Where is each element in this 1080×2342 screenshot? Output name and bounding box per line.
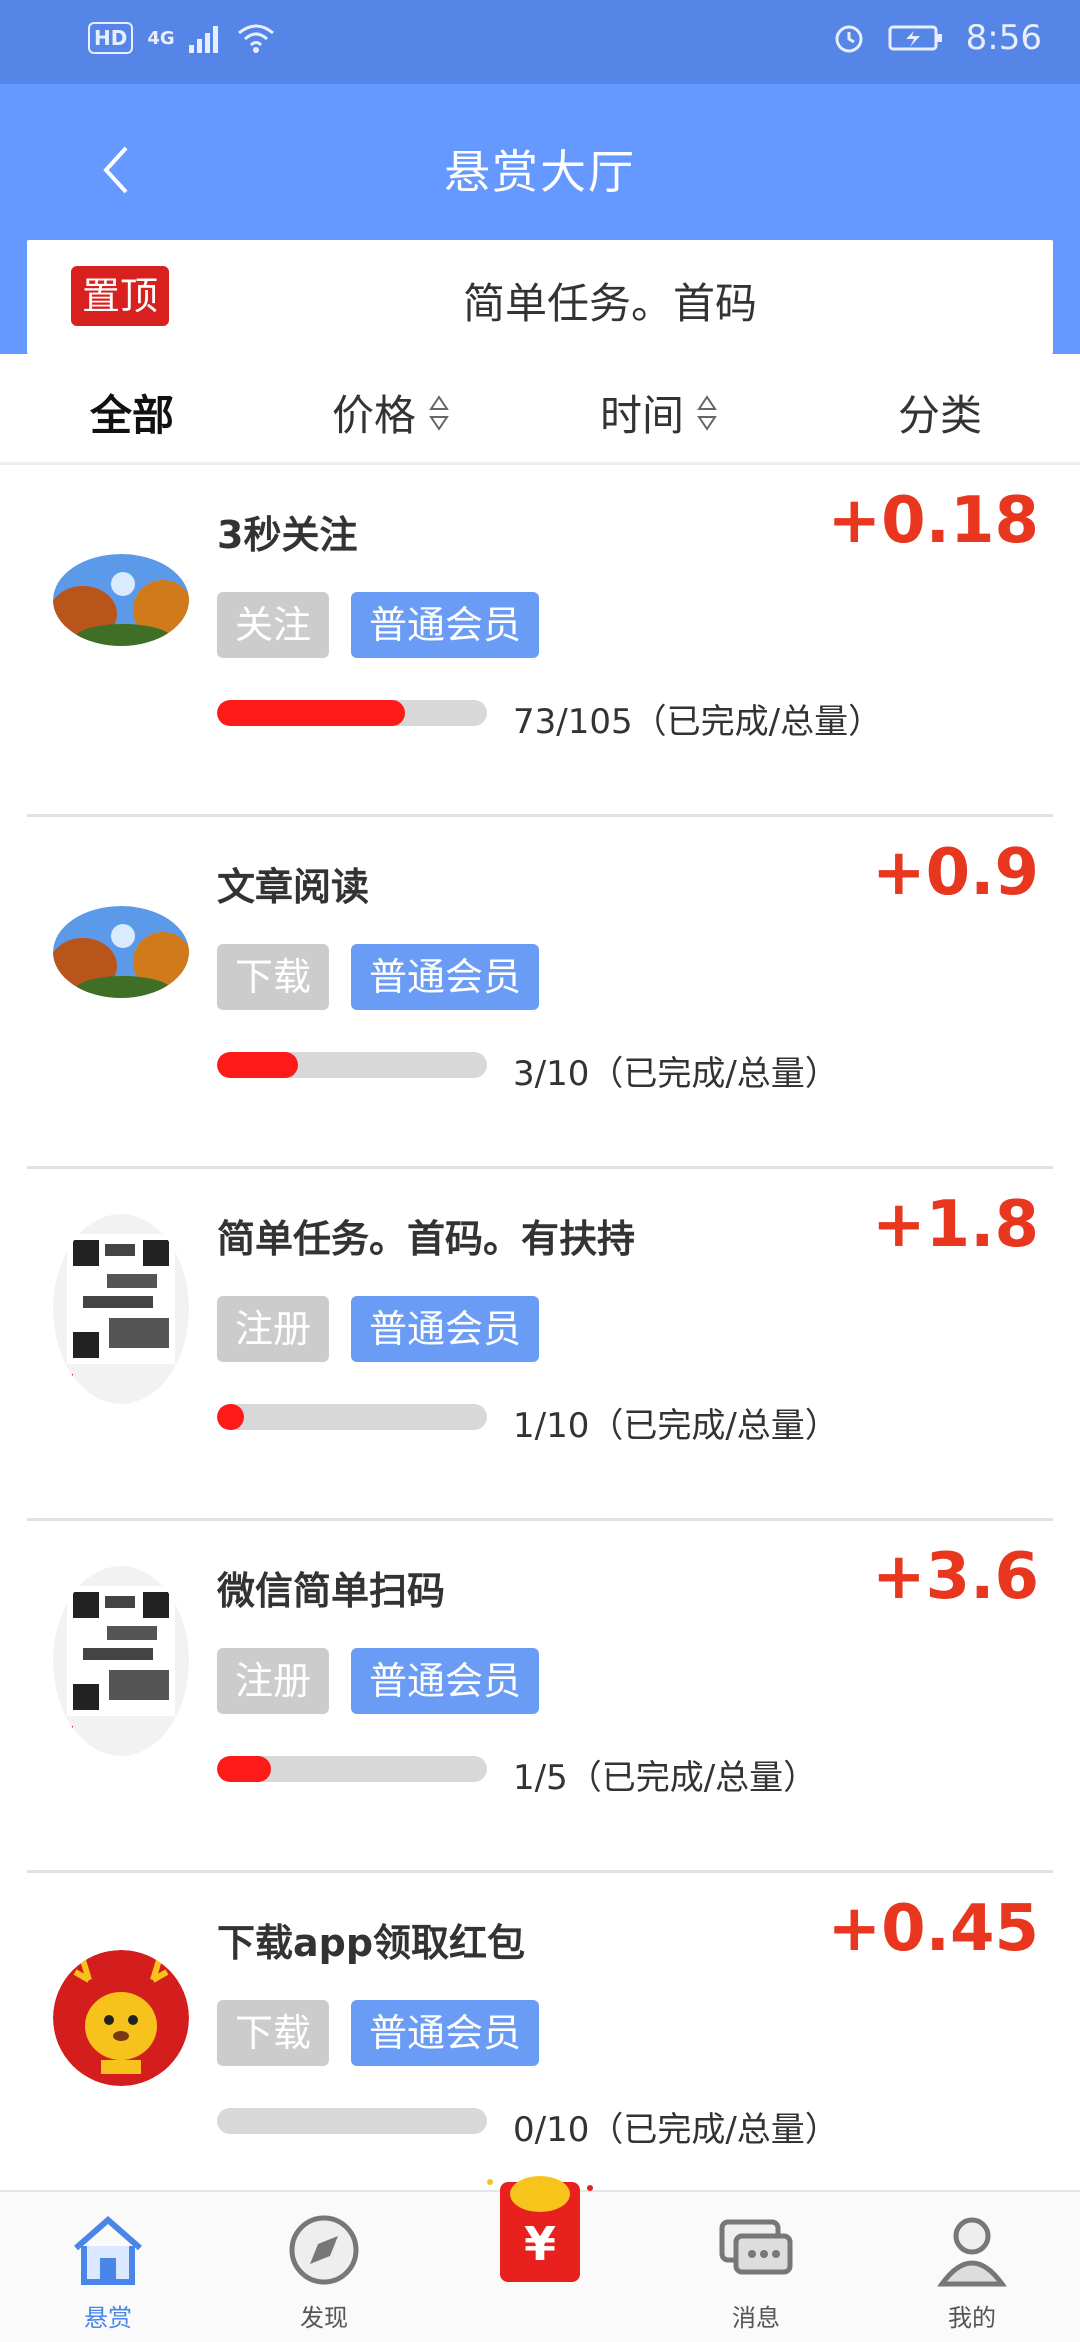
wifi-icon xyxy=(237,24,274,53)
filter-bar: 全部 价格 时间 分类 xyxy=(0,354,1080,465)
member-level-tag: 普通会员 xyxy=(351,944,540,1010)
task-title: 简单任务。首码。有扶持 xyxy=(217,1217,636,1261)
nav-label: 悬赏 xyxy=(84,2304,132,2332)
progress-text: 0/10（已完成/总量） xyxy=(513,2110,839,2150)
red-packet-button[interactable]: ¥ xyxy=(478,2168,602,2292)
alarm-icon xyxy=(835,25,863,53)
progress-fill xyxy=(217,1404,244,1430)
member-level-tag: 普通会员 xyxy=(351,1296,540,1362)
header: 悬赏大厅 置顶 简单任务。首码 xyxy=(0,84,1080,354)
task-type-tag: 下载 xyxy=(217,2000,330,2066)
task-type-tag: 关注 xyxy=(217,592,330,658)
task-type-tag: 下载 xyxy=(217,944,330,1010)
progress-bar xyxy=(217,1404,487,1430)
task-reward: +0.45 xyxy=(827,1892,1039,1966)
nav-messages[interactable]: 消息 xyxy=(696,2212,816,2333)
task-item[interactable]: 微信简单扫码 +3.6 注册 普通会员 1/5（已完成/总量） xyxy=(27,1518,1053,1873)
pin-badge: 置顶 xyxy=(71,266,169,326)
page-title: 悬赏大厅 xyxy=(444,145,636,199)
progress-bar xyxy=(217,1756,487,1782)
member-level-tag: 普通会员 xyxy=(351,2000,540,2066)
member-level-tag: 普通会员 xyxy=(351,592,540,658)
pinned-task-banner[interactable]: 置顶 简单任务。首码 xyxy=(27,240,1053,354)
task-item[interactable]: 文章阅读 +0.9 下载 普通会员 3/10（已完成/总量） xyxy=(27,814,1053,1169)
home-icon xyxy=(74,2216,142,2285)
task-title: 微信简单扫码 xyxy=(217,1569,446,1613)
progress-fill xyxy=(217,700,405,726)
hd-icon: HD xyxy=(88,22,134,54)
task-thumbnail xyxy=(53,554,189,646)
filter-price[interactable]: 价格 xyxy=(332,382,450,443)
nav-label: 消息 xyxy=(732,2304,780,2332)
nav-bounty[interactable]: 悬赏 xyxy=(48,2212,168,2333)
task-item[interactable]: 3秒关注 +0.18 关注 普通会员 73/105（已完成/总量） xyxy=(27,462,1053,817)
nav-label: 我的 xyxy=(948,2304,996,2332)
progress-fill xyxy=(217,1756,271,1782)
task-item[interactable]: 简单任务。首码。有扶持 +1.8 注册 普通会员 1/10（已完成/总量） xyxy=(27,1166,1053,1521)
nav-label: 发现 xyxy=(300,2304,348,2332)
task-title: 文章阅读 xyxy=(217,865,370,909)
progress-text: 73/105（已完成/总量） xyxy=(513,702,883,742)
progress-bar xyxy=(217,1052,487,1078)
task-reward: +1.8 xyxy=(872,1188,1039,1262)
sort-icon xyxy=(429,394,449,431)
svg-text:¥: ¥ xyxy=(524,2217,556,2271)
status-bar: HD 4G 8:56 xyxy=(0,0,1080,84)
task-thumbnail xyxy=(53,1566,189,1756)
filter-time[interactable]: 时间 xyxy=(600,382,718,443)
member-level-tag: 普通会员 xyxy=(351,1648,540,1714)
clock: 8:56 xyxy=(965,18,1042,58)
progress-fill xyxy=(217,1052,298,1078)
signal-icon xyxy=(188,26,218,53)
progress-text: 1/5（已完成/总量） xyxy=(513,1758,818,1798)
task-title: 3秒关注 xyxy=(217,513,358,557)
progress-text: 3/10（已完成/总量） xyxy=(513,1054,839,1094)
sort-icon xyxy=(697,394,717,431)
progress-bar xyxy=(217,700,487,726)
network-type: 4G xyxy=(147,27,175,49)
filter-category[interactable]: 分类 xyxy=(898,382,982,443)
task-reward: +3.6 xyxy=(872,1540,1039,1614)
nav-discover[interactable]: 发现 xyxy=(264,2212,384,2333)
nav-me[interactable]: 我的 xyxy=(912,2212,1032,2333)
filter-all[interactable]: 全部 xyxy=(90,382,174,443)
bottom-nav: 悬赏 发现 ¥ 消息 我的 xyxy=(0,2176,1080,2342)
task-type-tag: 注册 xyxy=(217,1648,330,1714)
task-type-tag: 注册 xyxy=(217,1296,330,1362)
task-thumbnail xyxy=(53,1214,189,1404)
battery-icon xyxy=(888,25,942,51)
progress-text: 1/10（已完成/总量） xyxy=(513,1406,839,1446)
user-icon xyxy=(937,2217,1007,2287)
pinned-task-text: 简单任务。首码 xyxy=(462,279,757,328)
task-reward: +0.18 xyxy=(827,484,1039,558)
chat-icon xyxy=(719,2219,793,2275)
compass-icon xyxy=(289,2215,359,2285)
task-thumbnail xyxy=(53,906,189,998)
progress-bar xyxy=(217,2108,487,2134)
task-title: 下载app领取红包 xyxy=(217,1921,526,1965)
task-thumbnail xyxy=(53,1950,189,2086)
task-reward: +0.9 xyxy=(872,836,1039,910)
